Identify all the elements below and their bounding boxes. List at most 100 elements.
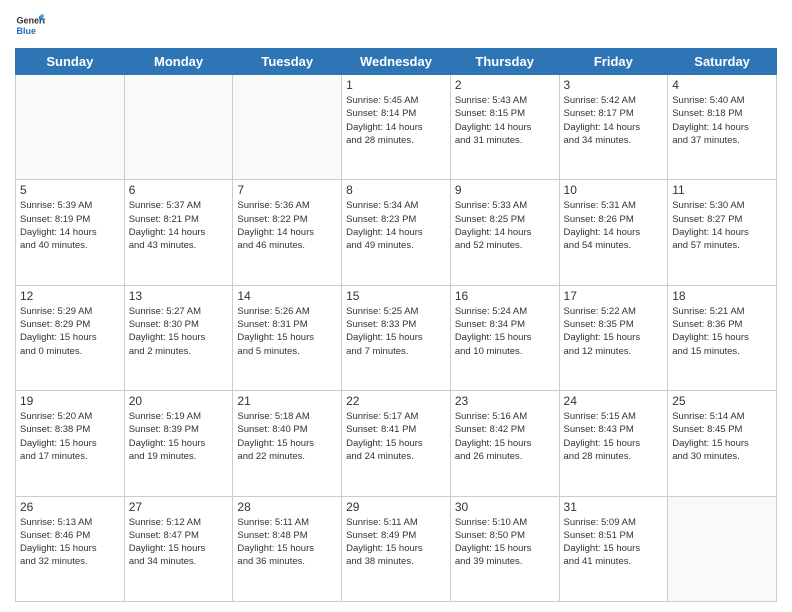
day-info-line: Sunset: 8:33 PM xyxy=(346,318,446,331)
day-info-line: Sunrise: 5:22 AM xyxy=(564,305,664,318)
day-number: 16 xyxy=(455,289,555,303)
day-info-line: Sunrise: 5:18 AM xyxy=(237,410,337,423)
day-info-line: Sunrise: 5:37 AM xyxy=(129,199,229,212)
day-number: 27 xyxy=(129,500,229,514)
day-info: Sunrise: 5:10 AMSunset: 8:50 PMDaylight:… xyxy=(455,516,555,569)
day-number: 19 xyxy=(20,394,120,408)
day-info-line: Sunrise: 5:20 AM xyxy=(20,410,120,423)
day-info-line: Sunset: 8:35 PM xyxy=(564,318,664,331)
day-cell: 11 Sunrise: 5:30 AMSunset: 8:27 PMDayligh… xyxy=(668,180,777,285)
day-info-line: Sunset: 8:38 PM xyxy=(20,423,120,436)
logo-icon: General Blue xyxy=(15,10,45,40)
day-info-line: Sunset: 8:21 PM xyxy=(129,213,229,226)
day-number: 30 xyxy=(455,500,555,514)
day-number: 22 xyxy=(346,394,446,408)
logo: General Blue xyxy=(15,10,45,40)
day-number: 8 xyxy=(346,183,446,197)
day-cell: 3Sunrise: 5:42 AMSunset: 8:17 PMDaylight… xyxy=(559,75,668,180)
day-cell: 4Sunrise: 5:40 AMSunset: 8:18 PMDaylight… xyxy=(668,75,777,180)
day-number: 29 xyxy=(346,500,446,514)
day-info-line: Daylight: 15 hours xyxy=(237,331,337,344)
day-info-line: Sunset: 8:48 PM xyxy=(237,529,337,542)
day-info: Sunrise: 5:15 AMSunset: 8:43 PMDaylight:… xyxy=(564,410,664,463)
day-cell: 22Sunrise: 5:17 AMSunset: 8:41 PMDayligh… xyxy=(342,391,451,496)
day-info-line: Sunrise: 5:19 AM xyxy=(129,410,229,423)
day-info-line: Daylight: 14 hours xyxy=(672,226,772,239)
day-cell xyxy=(233,75,342,180)
day-info-line: Sunset: 8:27 PM xyxy=(672,213,772,226)
day-info-line: and 0 minutes. xyxy=(20,345,120,358)
day-cell: 2Sunrise: 5:43 AMSunset: 8:15 PMDaylight… xyxy=(450,75,559,180)
day-number: 3 xyxy=(564,78,664,92)
day-info-line: Sunrise: 5:13 AM xyxy=(20,516,120,529)
day-info-line: Sunset: 8:17 PM xyxy=(564,107,664,120)
day-cell: 16Sunrise: 5:24 AMSunset: 8:34 PMDayligh… xyxy=(450,285,559,390)
day-cell xyxy=(668,496,777,601)
day-info: Sunrise: 5:21 AMSunset: 8:36 PMDaylight:… xyxy=(672,305,772,358)
day-info-line: Sunrise: 5:12 AM xyxy=(129,516,229,529)
day-info: Sunrise: 5:18 AMSunset: 8:40 PMDaylight:… xyxy=(237,410,337,463)
day-number: 14 xyxy=(237,289,337,303)
day-info-line: and 15 minutes. xyxy=(672,345,772,358)
day-info: Sunrise: 5:11 AMSunset: 8:49 PMDaylight:… xyxy=(346,516,446,569)
week-row-2: 5Sunrise: 5:39 AMSunset: 8:19 PMDaylight… xyxy=(16,180,777,285)
day-cell: 15Sunrise: 5:25 AMSunset: 8:33 PMDayligh… xyxy=(342,285,451,390)
day-info: Sunrise: 5:31 AMSunset: 8:26 PMDaylight:… xyxy=(564,199,664,252)
day-info-line: and 32 minutes. xyxy=(20,555,120,568)
day-number: 13 xyxy=(129,289,229,303)
day-info-line: Sunset: 8:46 PM xyxy=(20,529,120,542)
day-info-line: and 5 minutes. xyxy=(237,345,337,358)
day-cell: 24Sunrise: 5:15 AMSunset: 8:43 PMDayligh… xyxy=(559,391,668,496)
day-info-line: Sunrise: 5:40 AM xyxy=(672,94,772,107)
day-info-line: and 46 minutes. xyxy=(237,239,337,252)
day-info: Sunrise: 5:20 AMSunset: 8:38 PMDaylight:… xyxy=(20,410,120,463)
day-number: 28 xyxy=(237,500,337,514)
day-cell: 12Sunrise: 5:29 AMSunset: 8:29 PMDayligh… xyxy=(16,285,125,390)
week-row-5: 26Sunrise: 5:13 AMSunset: 8:46 PMDayligh… xyxy=(16,496,777,601)
day-info-line: and 41 minutes. xyxy=(564,555,664,568)
day-info-line: Sunset: 8:29 PM xyxy=(20,318,120,331)
day-info: Sunrise: 5:13 AMSunset: 8:46 PMDaylight:… xyxy=(20,516,120,569)
day-info-line: Sunrise: 5:14 AM xyxy=(672,410,772,423)
day-info-line: and 28 minutes. xyxy=(564,450,664,463)
day-info-line: Sunset: 8:18 PM xyxy=(672,107,772,120)
day-info-line: Sunrise: 5:27 AM xyxy=(129,305,229,318)
day-info-line: and 52 minutes. xyxy=(455,239,555,252)
day-info-line: and 31 minutes. xyxy=(455,134,555,147)
day-info-line: and 57 minutes. xyxy=(672,239,772,252)
day-info-line: Sunrise: 5:15 AM xyxy=(564,410,664,423)
day-info-line: Sunrise: 5:31 AM xyxy=(564,199,664,212)
day-info: Sunrise: 5:36 AMSunset: 8:22 PMDaylight:… xyxy=(237,199,337,252)
day-info: Sunrise: 5:40 AMSunset: 8:18 PMDaylight:… xyxy=(672,94,772,147)
col-header-thursday: Thursday xyxy=(450,49,559,75)
day-info-line: and 37 minutes. xyxy=(672,134,772,147)
day-cell: 31Sunrise: 5:09 AMSunset: 8:51 PMDayligh… xyxy=(559,496,668,601)
day-number: 26 xyxy=(20,500,120,514)
day-info-line: Sunrise: 5:29 AM xyxy=(20,305,120,318)
day-info-line: Sunrise: 5:09 AM xyxy=(564,516,664,529)
day-info-line: Sunrise: 5:43 AM xyxy=(455,94,555,107)
day-info-line: Sunset: 8:47 PM xyxy=(129,529,229,542)
day-number: 23 xyxy=(455,394,555,408)
day-cell: 6Sunrise: 5:37 AMSunset: 8:21 PMDaylight… xyxy=(124,180,233,285)
day-info-line: Daylight: 15 hours xyxy=(237,542,337,555)
day-number: 17 xyxy=(564,289,664,303)
col-header-saturday: Saturday xyxy=(668,49,777,75)
col-header-sunday: Sunday xyxy=(16,49,125,75)
day-info-line: Daylight: 15 hours xyxy=(672,331,772,344)
day-number: 21 xyxy=(237,394,337,408)
day-info: Sunrise: 5:16 AMSunset: 8:42 PMDaylight:… xyxy=(455,410,555,463)
day-cell: 26 Sunrise: 5:13 AMSunset: 8:46 PMDayligh… xyxy=(16,496,125,601)
col-header-friday: Friday xyxy=(559,49,668,75)
day-info-line: Sunrise: 5:10 AM xyxy=(455,516,555,529)
day-info-line: Daylight: 15 hours xyxy=(129,437,229,450)
day-number: 18 xyxy=(672,289,772,303)
day-info-line: Daylight: 15 hours xyxy=(129,542,229,555)
day-info-line: Sunrise: 5:33 AM xyxy=(455,199,555,212)
calendar-table: SundayMondayTuesdayWednesdayThursdayFrid… xyxy=(15,48,777,602)
day-info-line: Daylight: 15 hours xyxy=(564,331,664,344)
day-info: Sunrise: 5:30 AMSunset: 8:27 PMDaylight:… xyxy=(672,199,772,252)
day-info-line: Sunset: 8:14 PM xyxy=(346,107,446,120)
svg-text:Blue: Blue xyxy=(17,26,37,36)
day-number: 11 xyxy=(672,183,772,197)
